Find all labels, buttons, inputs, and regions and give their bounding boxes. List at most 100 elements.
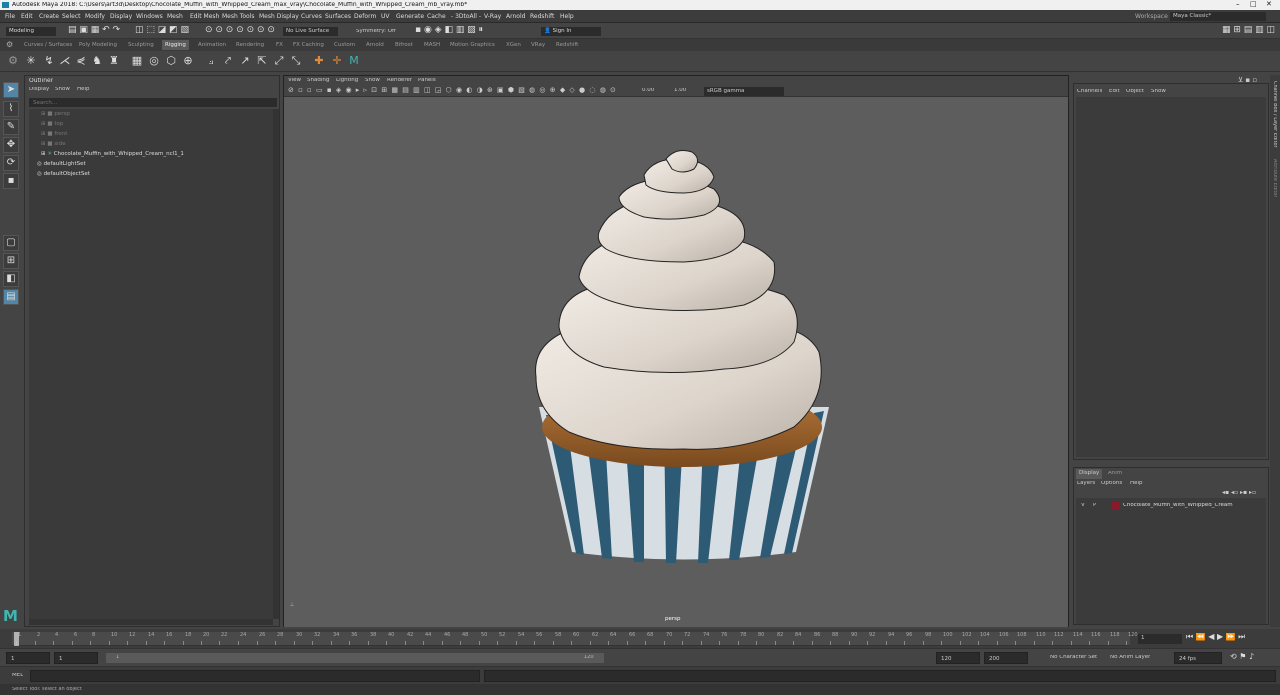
outliner-item-default-light-set[interactable]: ◎ defaultLightSet	[37, 159, 86, 169]
ik-handle-icon[interactable]: ↯	[42, 54, 56, 68]
range-bar[interactable]: 1 120	[106, 653, 604, 663]
menu-surfaces[interactable]: Surfaces	[325, 13, 351, 20]
tab-redshift[interactable]: Redshift	[556, 42, 578, 48]
menu-edit[interactable]: Edit	[21, 13, 33, 20]
current-frame-marker[interactable]	[14, 632, 19, 646]
vp-menu-panels[interactable]: Panels	[418, 78, 436, 84]
layer-tab-anim[interactable]: Anim	[1108, 471, 1122, 477]
current-frame-field[interactable]: 1	[1138, 634, 1182, 644]
tab-mash[interactable]: MASH	[424, 42, 440, 48]
outliner-item-persp[interactable]: ⊞ ■ persp	[41, 109, 70, 119]
close-button[interactable]: ✕	[1266, 1, 1272, 8]
menu-redshift[interactable]: Redshift	[530, 13, 554, 20]
bind-skin-icon[interactable]: ⋞	[74, 54, 88, 68]
vp-camera-icons[interactable]: ⊘ ▫ ▫ ▭ ▪ ◈ ◉ ▸ ▹ ⊡ ⊞ ▦ ▤ ▥ ◫ ◲ ⬡ ◉ ◐ ◑ …	[288, 87, 617, 94]
cluster-icon[interactable]: ⬡	[164, 54, 178, 68]
panel-toggle-icons[interactable]: ▦ ⊞ ▤ ▥ ◫	[1222, 26, 1275, 35]
menu-generate[interactable]: Generate	[396, 13, 424, 20]
select-tool-icon[interactable]: ➤	[3, 82, 19, 98]
menu-edit-mesh[interactable]: Edit Mesh	[190, 13, 219, 20]
two-view-icon[interactable]: ◧	[3, 271, 19, 287]
menu-mesh-display[interactable]: Mesh Display	[259, 13, 299, 20]
tab-bifrost[interactable]: Bifrost	[395, 42, 413, 48]
tab-fx-caching[interactable]: FX Caching	[293, 42, 324, 48]
outliner-h-scrollbar[interactable]	[29, 619, 273, 625]
outliner-menu-show[interactable]: Show	[55, 87, 70, 93]
exposure-value[interactable]: 0.00	[642, 88, 654, 94]
tab-poly-modeling[interactable]: Poly Modeling	[79, 42, 117, 48]
constraint-point-icon[interactable]: ⟓	[204, 54, 218, 68]
soft-mod-icon[interactable]: ⊕	[181, 54, 195, 68]
tab-attribute-editor[interactable]: Attribute Editor	[1272, 159, 1277, 197]
render-icons[interactable]: ▪ ◉ ◈ ◧ ▥ ▨ ⏸	[415, 26, 483, 35]
constraint-scale-icon[interactable]: ⇱	[255, 54, 269, 68]
locator-icon[interactable]: ✚	[312, 54, 326, 68]
shelf-options-icon[interactable]: ⚙	[6, 54, 20, 68]
skeleton-icon[interactable]: ♜	[107, 54, 121, 68]
vp-menu-view[interactable]: View	[288, 78, 301, 84]
timeline-track[interactable]: 1 2 4 6 8 10 12 14 16 18 20 22 24 26 28 30 32 34 36 38 40 42 4…	[12, 632, 1138, 646]
ik-spline-icon[interactable]: ⋌	[58, 54, 72, 68]
menu-file[interactable]: File	[5, 13, 15, 20]
chan-menu-channels[interactable]: Channels	[1077, 89, 1102, 95]
tab-vray[interactable]: VRay	[531, 42, 545, 48]
gamma-value[interactable]: 1.00	[674, 88, 686, 94]
vp-menu-show[interactable]: Show	[365, 78, 380, 84]
outliner-menu-display[interactable]: Display	[29, 87, 49, 93]
playback-controls[interactable]: ⏮ ⏪ ◀ ▶ ⏩ ⏭	[1186, 633, 1245, 641]
layer-menu-help[interactable]: Help	[1130, 481, 1143, 487]
menu-arnold[interactable]: Arnold	[506, 13, 525, 20]
maximize-button[interactable]: □	[1250, 1, 1257, 8]
playback-end-field[interactable]: 120	[936, 652, 980, 664]
command-language-label[interactable]: MEL	[12, 673, 23, 679]
locator-alt-icon[interactable]: ✛	[330, 54, 344, 68]
menu-vray[interactable]: V-Ray	[484, 13, 501, 20]
maya-m-icon[interactable]: M	[347, 54, 361, 68]
menu-display[interactable]: Display	[110, 13, 132, 20]
layer-playback-toggle[interactable]: P	[1093, 503, 1096, 509]
chan-menu-object[interactable]: Object	[1126, 89, 1144, 95]
layer-tab-display[interactable]: Display	[1076, 469, 1103, 479]
vp-menu-shading[interactable]: Shading	[307, 78, 329, 84]
joint-tool-icon[interactable]: ✳	[24, 54, 38, 68]
character-set-select[interactable]: No Character Set	[1050, 655, 1097, 661]
anim-layer-select[interactable]: No Anim Layer	[1110, 655, 1150, 661]
outliner-item-top[interactable]: ⊞ ■ top	[41, 119, 63, 129]
playback-start-field[interactable]: 1	[54, 652, 98, 664]
menu-curves[interactable]: Curves	[301, 13, 322, 20]
wrap-icon[interactable]: ◎	[147, 54, 161, 68]
layer-row[interactable]: V P Chocolate_Muffin_with_Whipped_Cream	[1076, 501, 1266, 511]
vp-menu-renderer[interactable]: Renderer	[387, 78, 412, 84]
single-view-icon[interactable]: ▢	[3, 235, 19, 251]
menu-mesh-tools[interactable]: Mesh Tools	[222, 13, 254, 20]
tab-rendering[interactable]: Rendering	[236, 42, 264, 48]
menu-mesh[interactable]: Mesh	[167, 13, 183, 20]
scale-tool-icon[interactable]: ▪	[3, 173, 19, 189]
outliner-menu-help[interactable]: Help	[77, 87, 90, 93]
tab-motion-graphics[interactable]: Motion Graphics	[450, 42, 495, 48]
paint-select-icon[interactable]: ✎	[3, 119, 19, 135]
file-icons[interactable]: ▤ ▣ ▦ ↶ ↷	[68, 26, 120, 35]
menu-help[interactable]: Help	[560, 13, 574, 20]
menu-create[interactable]: Create	[39, 13, 59, 20]
tab-animation[interactable]: Animation	[198, 42, 226, 48]
move-tool-icon[interactable]: ✥	[3, 137, 19, 153]
layer-color-swatch[interactable]	[1112, 502, 1120, 510]
snap-icons[interactable]: ⊙ ⊙ ⊙ ⊙ ⊙ ⊙ ⊙	[205, 26, 275, 35]
outliner-search-input[interactable]	[29, 98, 277, 107]
constraint-parent-icon[interactable]: ⤢	[272, 54, 286, 68]
tab-arnold[interactable]: Arnold	[366, 42, 384, 48]
start-frame-field[interactable]: 1	[6, 652, 50, 664]
viewport-canvas[interactable]: ⟂ persp	[284, 97, 1068, 627]
rotate-tool-icon[interactable]: ⟳	[3, 155, 19, 171]
tab-rigging[interactable]: Rigging	[162, 40, 189, 50]
layer-visibility-toggle[interactable]: V	[1081, 503, 1085, 509]
layer-action-icons[interactable]: ◂▪ ◂▫ ▸▪ ▸▫	[1222, 490, 1256, 496]
menu-uv[interactable]: UV	[381, 13, 390, 20]
outliner-scrollbar[interactable]	[273, 109, 279, 619]
chan-menu-show[interactable]: Show	[1151, 89, 1166, 95]
loop-icons[interactable]: ⟲ ⚑ ♪	[1230, 653, 1254, 661]
lasso-tool-icon[interactable]: ⌇	[3, 101, 19, 117]
outliner-item-muffin[interactable]: ⊞ ✳ Chocolate_Muffin_with_Whipped_Cream_…	[41, 149, 184, 159]
menu-3dtoall[interactable]: - 3DtoAll -	[451, 13, 481, 20]
